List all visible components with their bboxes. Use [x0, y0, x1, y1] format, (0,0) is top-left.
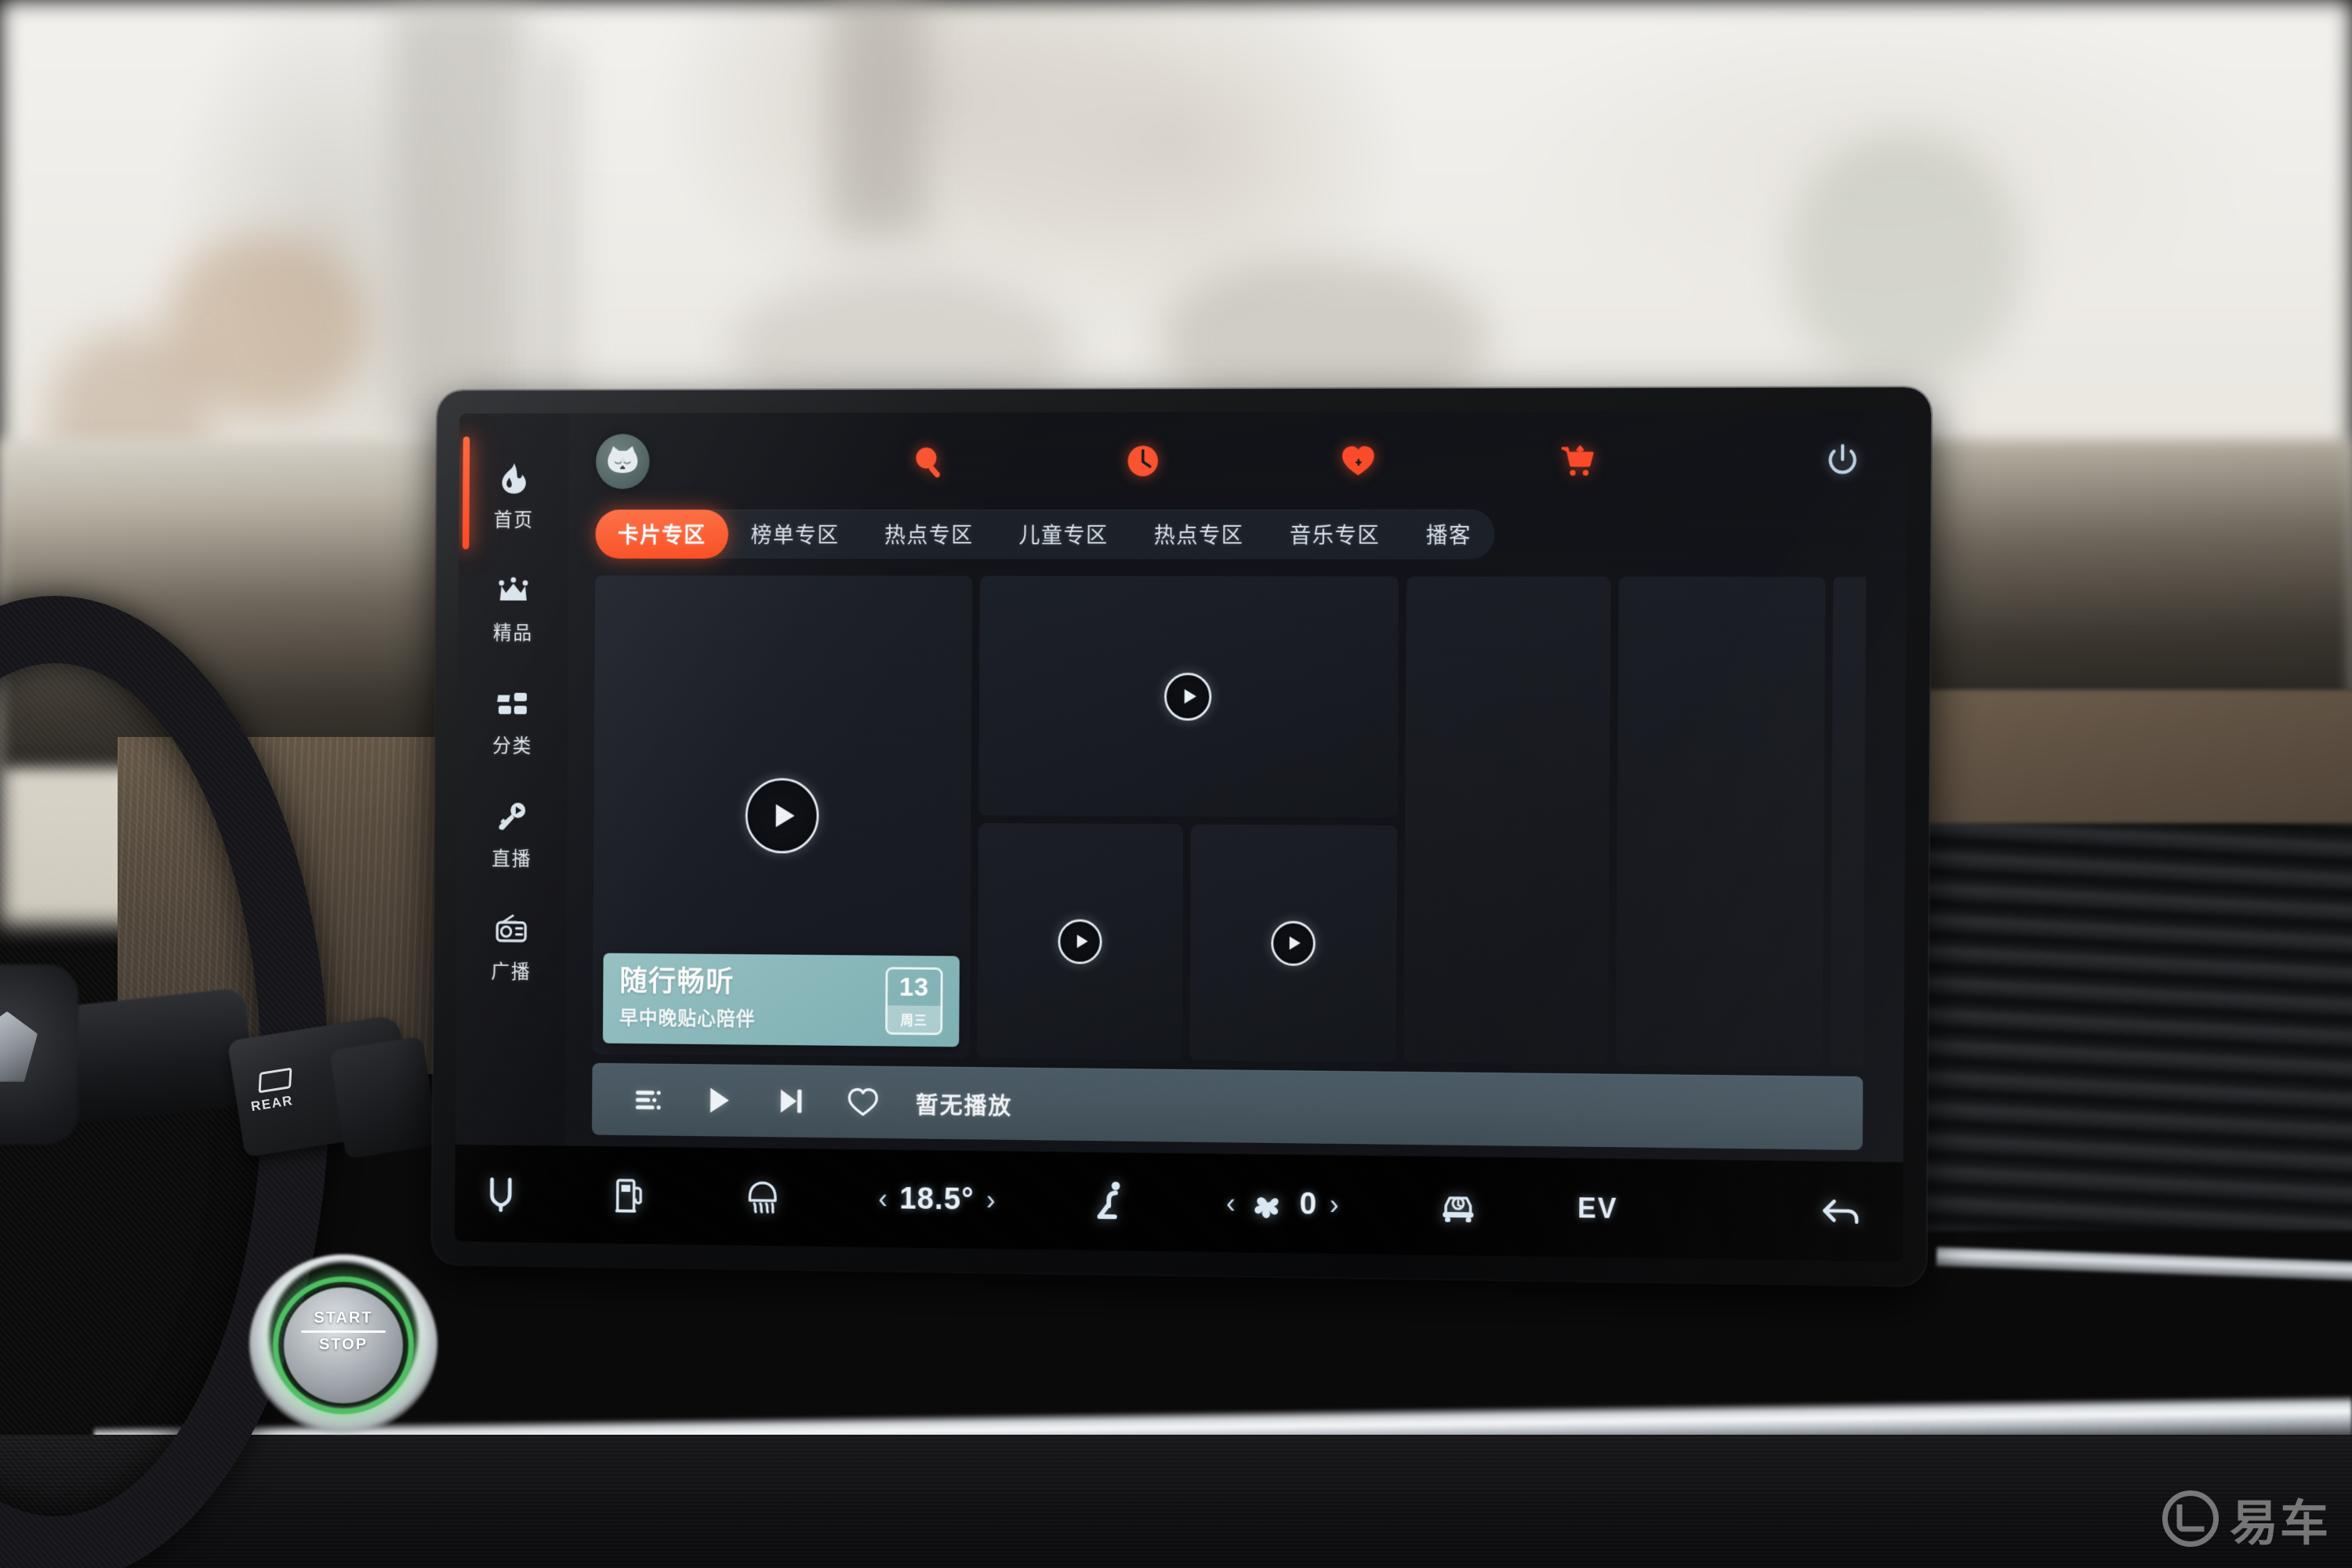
card-column-middle [977, 575, 1399, 1062]
card-grid: 随行畅听 早中晚贴心陪伴 13 周三 [565, 566, 1907, 1068]
app-sidebar: 首页 精品 分类 直播 广播 [455, 413, 570, 1145]
home-icon[interactable] [485, 1174, 517, 1213]
play-icon[interactable] [744, 778, 819, 854]
sidebar-item-premium[interactable]: 精品 [458, 553, 568, 666]
topbar-icon-group [649, 436, 1818, 485]
sidebar-item-radio[interactable]: 广播 [456, 891, 567, 1004]
fan-speed-stepper: ‹ 0 › [1226, 1185, 1339, 1221]
tab-podcast[interactable]: 播客 [1403, 510, 1494, 559]
radio-icon [493, 911, 529, 948]
temp-increase-button[interactable]: › [986, 1184, 996, 1215]
content-card-placeholder[interactable] [1403, 576, 1612, 1065]
cart-icon[interactable] [1552, 437, 1601, 485]
play-icon[interactable] [1271, 920, 1316, 966]
background-building [392, 0, 525, 439]
heart-icon[interactable] [1334, 437, 1382, 485]
promo-card[interactable]: 随行畅听 早中晚贴心陪伴 13 周三 [602, 953, 960, 1047]
card-column-left: 随行畅听 早中晚贴心陪伴 13 周三 [592, 575, 973, 1058]
play-icon[interactable] [683, 1064, 755, 1137]
featured-card[interactable]: 随行畅听 早中晚贴心陪伴 13 周三 [592, 575, 973, 1058]
start-stop-divider [301, 1330, 386, 1333]
watermark-logo-icon [2161, 1490, 2219, 1547]
fan-speed-value: 0 [1299, 1186, 1318, 1221]
app-body: 首页 精品 分类 直播 广播 卡片专区 榜单专区 热点专区 儿童专区 热点专区 … [455, 411, 1908, 1162]
infotainment-head-unit: 首页 精品 分类 直播 广播 卡片专区 榜单专区 热点专区 儿童专区 热点专区 … [432, 387, 1932, 1286]
tab-chart-zone[interactable]: 榜单专区 [728, 510, 862, 559]
fan-increase-button[interactable]: › [1330, 1189, 1339, 1221]
content-card-placeholder[interactable] [1616, 576, 1826, 1067]
watermark: 易车 [2161, 1483, 2330, 1554]
air-recirculation-icon[interactable] [1438, 1188, 1478, 1224]
start-stop-label: START STOP [284, 1309, 403, 1354]
tab-music-zone[interactable]: 音乐专区 [1267, 510, 1403, 559]
card-column-right [1403, 576, 1867, 1068]
temperature-stepper: ‹ 18.5° › [878, 1181, 995, 1218]
next-track-icon[interactable] [755, 1065, 827, 1138]
tab-hotspot-zone-2[interactable]: 热点专区 [1131, 510, 1267, 559]
start-label: START [314, 1309, 373, 1327]
sidebar-item-category[interactable]: 分类 [457, 665, 568, 779]
tab-strip-container: 卡片专区 榜单专区 热点专区 儿童专区 热点专区 音乐专区 播客 [568, 510, 1907, 568]
fan-decrease-button[interactable]: ‹ [1226, 1187, 1236, 1219]
date-badge: 13 周三 [885, 967, 943, 1036]
infotainment-screen: 首页 精品 分类 直播 广播 卡片专区 榜单专区 热点专区 儿童专区 热点专区 … [454, 411, 1908, 1262]
date-number: 13 [898, 972, 930, 1003]
history-clock-icon[interactable] [1119, 437, 1166, 485]
watermark-text: 易车 [2229, 1497, 2330, 1551]
sidebar-item-home[interactable]: 首页 [459, 439, 569, 552]
background-building [831, 0, 925, 235]
background-blur [1788, 133, 2023, 384]
air-vent [1905, 823, 2352, 1231]
lower-dashboard [0, 1435, 2352, 1568]
cat-avatar[interactable] [595, 434, 650, 489]
sidebar-item-label: 直播 [492, 848, 532, 870]
player-status-text: 暂无播放 [915, 1092, 1013, 1120]
promo-subtitle: 早中晚贴心陪伴 [619, 1007, 756, 1031]
ev-mode-button[interactable]: EV [1577, 1192, 1618, 1225]
promo-text: 随行畅听 早中晚贴心陪伴 [619, 965, 886, 1033]
live-mic-icon [494, 798, 530, 835]
sidebar-item-label: 首页 [493, 509, 534, 531]
sidebar-item-label: 分类 [492, 735, 533, 757]
promo-title: 随行畅听 [619, 965, 735, 998]
vent-chrome-trim [1936, 1247, 2352, 1281]
grid-icon [495, 685, 531, 722]
defrost-icon[interactable] [744, 1177, 782, 1217]
playlist-icon[interactable] [612, 1063, 684, 1136]
date-weekday: 周三 [887, 1005, 941, 1033]
play-icon[interactable] [1163, 672, 1212, 720]
cat-avatar-icon [608, 446, 638, 474]
tab-hotspot-zone[interactable]: 热点专区 [862, 510, 996, 559]
stop-label: STOP [318, 1336, 368, 1353]
content-card[interactable] [978, 575, 1399, 818]
card-row-bottom [977, 822, 1398, 1062]
sidebar-item-label: 精品 [492, 622, 534, 644]
content-card[interactable] [977, 822, 1184, 1061]
power-icon[interactable] [1818, 436, 1867, 485]
wiper-stalk-secondary[interactable] [328, 1036, 440, 1160]
app-topbar [569, 411, 1908, 510]
fan-icon[interactable] [1250, 1186, 1284, 1221]
temp-decrease-button[interactable]: ‹ [878, 1182, 887, 1214]
app-content: 卡片专区 榜单专区 热点专区 儿童专区 热点专区 音乐专区 播客 随行畅听 早中… [564, 411, 1908, 1162]
active-item-indicator [462, 436, 470, 550]
sidebar-item-live[interactable]: 直播 [457, 778, 568, 891]
mini-player-bar: 暂无播放 [591, 1062, 1864, 1150]
crown-icon [495, 572, 532, 609]
seat-heat-icon[interactable] [1093, 1179, 1128, 1225]
temperature-value: 18.5° [899, 1181, 975, 1217]
tab-strip: 卡片专区 榜单专区 热点专区 儿童专区 热点专区 音乐专区 播客 [595, 510, 1495, 560]
content-card-placeholder-partial[interactable] [1830, 576, 1867, 1068]
fuel-icon[interactable] [613, 1175, 648, 1215]
back-icon[interactable] [1818, 1193, 1862, 1230]
sidebar-item-label: 广播 [491, 960, 532, 983]
climate-control-bar: ‹ 18.5° › ‹ 0 › EV [454, 1143, 1904, 1262]
tab-kids-zone[interactable]: 儿童专区 [996, 510, 1131, 559]
content-card[interactable] [1189, 824, 1398, 1062]
flame-icon [496, 459, 532, 496]
heart-icon[interactable] [826, 1065, 899, 1138]
search-icon[interactable] [905, 437, 952, 485]
tab-card-zone[interactable]: 卡片专区 [595, 510, 729, 559]
play-icon[interactable] [1058, 918, 1102, 964]
